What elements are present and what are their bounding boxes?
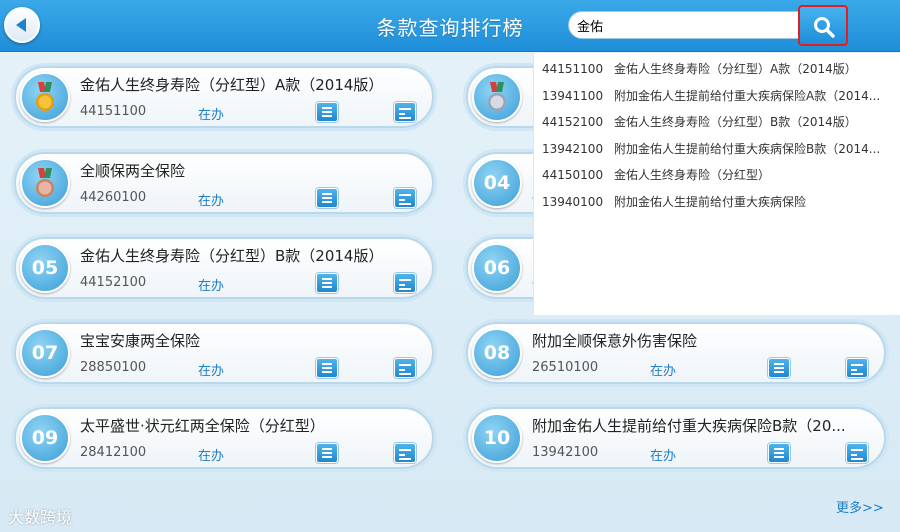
rank-badge bbox=[20, 72, 70, 122]
ranking-card[interactable]: 金佑人生终身寿险（分红型）A款（2014版） 44151100 在办 bbox=[14, 66, 434, 128]
document-icon[interactable] bbox=[316, 102, 338, 122]
card-title: 附加金佑人生提前给付重大疾病保险B款（20... bbox=[532, 417, 846, 435]
card-detail-icon[interactable] bbox=[394, 443, 416, 463]
card-title: 金佑人生终身寿险（分红型）B款（2014版） bbox=[80, 247, 384, 265]
document-icon[interactable] bbox=[316, 443, 338, 463]
rank-badge: 08 bbox=[472, 328, 522, 378]
card-code: 44151100 bbox=[80, 104, 147, 119]
ranking-card[interactable]: 全顺保两全保险 44260100 在办 bbox=[14, 152, 434, 214]
search-icon bbox=[814, 17, 835, 38]
card-code: 44152100 bbox=[80, 275, 147, 290]
card-code: 28850100 bbox=[80, 360, 147, 375]
rank-badge: 04 bbox=[472, 158, 522, 208]
suggestion-name: 附加金佑人生提前给付重大疾病保险 bbox=[614, 194, 807, 209]
card-code: 44260100 bbox=[80, 190, 147, 205]
suggestion-name: 金佑人生终身寿险（分红型） bbox=[614, 168, 771, 182]
back-button[interactable] bbox=[4, 7, 40, 43]
search-input[interactable] bbox=[577, 15, 802, 35]
rank-badge: 06 bbox=[472, 243, 522, 293]
search-box[interactable] bbox=[568, 11, 808, 39]
card-detail-icon[interactable] bbox=[846, 443, 868, 463]
document-icon[interactable] bbox=[768, 358, 790, 378]
rank-badge bbox=[472, 72, 522, 122]
suggestion-item[interactable]: 13942100 附加金佑人生提前给付重大疾病保险B款（2014... bbox=[542, 140, 898, 162]
medal-icon bbox=[488, 82, 506, 111]
suggestion-item[interactable]: 44152100 金佑人生终身寿险（分红型）B款（2014版） bbox=[542, 113, 898, 135]
rank-badge bbox=[20, 158, 70, 208]
card-title: 太平盛世·状元红两全保险（分红型） bbox=[80, 417, 325, 435]
card-detail-icon[interactable] bbox=[394, 273, 416, 293]
medal-icon bbox=[36, 82, 54, 111]
card-detail-icon[interactable] bbox=[394, 358, 416, 378]
app-header: 条款查询排行榜 bbox=[0, 0, 900, 52]
ranking-card[interactable]: 05 金佑人生终身寿险（分红型）B款（2014版） 44152100 在办 bbox=[14, 237, 434, 299]
rank-badge: 09 bbox=[20, 413, 70, 463]
suggestion-code: 13942100 bbox=[542, 141, 604, 156]
suggestion-code: 44151100 bbox=[542, 62, 604, 76]
card-status: 在办 bbox=[650, 364, 677, 379]
card-title: 金佑人生终身寿险（分红型）A款（2014版） bbox=[80, 76, 384, 94]
suggestion-item[interactable]: 44151100 金佑人生终身寿险（分红型）A款（2014版） bbox=[542, 60, 898, 82]
card-title: 附加全顺保意外伤害保险 bbox=[532, 332, 698, 350]
rank-badge: 05 bbox=[20, 243, 70, 293]
back-arrow-icon bbox=[15, 18, 26, 32]
suggestion-code: 44150100 bbox=[542, 168, 604, 182]
card-status: 在办 bbox=[198, 108, 225, 123]
document-icon[interactable] bbox=[316, 358, 338, 378]
suggestion-name: 附加金佑人生提前给付重大疾病保险A款（2014... bbox=[614, 88, 881, 103]
page-title: 条款查询排行榜 bbox=[376, 16, 524, 40]
card-status: 在办 bbox=[198, 364, 225, 379]
ranking-card[interactable]: 10 附加金佑人生提前给付重大疾病保险B款（20... 13942100 在办 bbox=[466, 407, 886, 469]
card-title: 全顺保两全保险 bbox=[80, 162, 186, 180]
card-status: 在办 bbox=[198, 194, 225, 209]
card-status: 在办 bbox=[198, 449, 225, 464]
medal-icon bbox=[36, 168, 54, 197]
search-button[interactable] bbox=[798, 5, 848, 46]
search-suggestions: 44151100 金佑人生终身寿险（分红型）A款（2014版） 13941100 附加… bbox=[533, 53, 900, 315]
rank-badge: 07 bbox=[20, 328, 70, 378]
document-icon[interactable] bbox=[316, 273, 338, 293]
card-code: 13942100 bbox=[532, 445, 599, 460]
card-detail-icon[interactable] bbox=[394, 102, 416, 122]
card-code: 28412100 bbox=[80, 445, 147, 460]
card-detail-icon[interactable] bbox=[394, 188, 416, 208]
document-icon[interactable] bbox=[316, 188, 338, 208]
card-detail-icon[interactable] bbox=[846, 358, 868, 378]
rank-badge: 10 bbox=[472, 413, 522, 463]
card-status: 在办 bbox=[650, 449, 677, 464]
suggestion-item[interactable]: 13941100 附加金佑人生提前给付重大疾病保险A款（2014... bbox=[542, 87, 898, 109]
suggestion-name: 附加金佑人生提前给付重大疾病保险B款（2014... bbox=[614, 141, 881, 156]
more-link[interactable]: 更多>> bbox=[836, 497, 884, 516]
watermark: 大数跨境 bbox=[8, 508, 73, 527]
document-icon[interactable] bbox=[768, 443, 790, 463]
suggestion-code: 44152100 bbox=[542, 115, 604, 129]
suggestion-code: 13941100 bbox=[542, 88, 604, 103]
card-title: 宝宝安康两全保险 bbox=[80, 332, 201, 350]
suggestion-code: 13940100 bbox=[542, 194, 604, 209]
suggestion-item[interactable]: 13940100 附加金佑人生提前给付重大疾病保险 bbox=[542, 193, 898, 215]
ranking-card[interactable]: 09 太平盛世·状元红两全保险（分红型） 28412100 在办 bbox=[14, 407, 434, 469]
card-code: 26510100 bbox=[532, 360, 599, 375]
ranking-card[interactable]: 07 宝宝安康两全保险 28850100 在办 bbox=[14, 322, 434, 384]
card-status: 在办 bbox=[198, 279, 225, 294]
suggestion-name: 金佑人生终身寿险（分红型）B款（2014版） bbox=[614, 115, 857, 129]
suggestion-name: 金佑人生终身寿险（分红型）A款（2014版） bbox=[614, 62, 857, 76]
suggestion-item[interactable]: 44150100 金佑人生终身寿险（分红型） bbox=[542, 166, 898, 188]
ranking-card[interactable]: 08 附加全顺保意外伤害保险 26510100 在办 bbox=[466, 322, 886, 384]
